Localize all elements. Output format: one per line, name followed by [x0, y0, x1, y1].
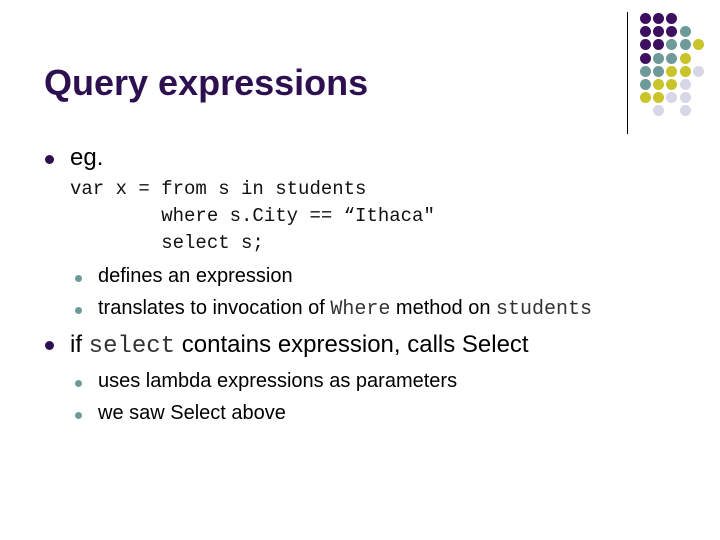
decorative-dot: [679, 26, 691, 38]
text-part: method on: [390, 297, 496, 319]
code-select: select: [88, 333, 176, 360]
code-students: students: [496, 298, 593, 321]
decorative-dot: [666, 92, 678, 104]
decorative-dot: [692, 65, 704, 77]
sub-bullet-icon: [75, 380, 82, 387]
decorative-dot: [640, 92, 651, 104]
sub-bullet-icon: [75, 307, 82, 314]
decorative-dot: [653, 52, 665, 64]
decorative-dot: [653, 92, 665, 104]
code-line-2: where s.City == “Ithaca": [70, 205, 435, 227]
decorative-dot: [666, 39, 678, 51]
text-part: if: [70, 331, 89, 358]
slide-title: Query expressions: [44, 62, 369, 103]
decorative-dot: [640, 13, 651, 24]
decorative-dot: [640, 65, 651, 77]
decorative-dot: [653, 105, 665, 117]
decorative-dot: [653, 26, 665, 38]
decorative-dot: [640, 26, 651, 38]
decorative-dot: [666, 65, 678, 77]
bullet-text-select: if select contains expression, calls Sel…: [70, 331, 529, 360]
decorative-dot: [679, 92, 691, 104]
sub-bullet-icon: [75, 412, 82, 419]
decorative-dot: [640, 52, 651, 64]
code-line-1: var x = from s in students: [70, 178, 367, 200]
sub-bullet-text: defines an expression: [98, 265, 293, 287]
decorative-dot: [640, 39, 651, 51]
decorative-dot: [653, 13, 665, 24]
text-part: contains expression, calls Select: [175, 331, 529, 358]
sub-bullet-text: we saw Select above: [98, 402, 286, 424]
bullet-text-eg: eg.: [70, 144, 104, 171]
decorative-dot: [679, 65, 691, 77]
decorative-dot: [640, 79, 651, 90]
decorative-dot: [653, 65, 665, 77]
decorative-dot: [679, 52, 691, 64]
code-line-3: select s;: [70, 232, 264, 254]
decorative-dot: [666, 26, 678, 38]
bullet-icon: [45, 155, 54, 164]
code-where: Where: [330, 298, 391, 321]
decorative-dot: [679, 39, 691, 51]
decorative-dot: [653, 79, 665, 90]
sub-bullet-text: translates to invocation of Where method…: [98, 297, 592, 321]
decorative-dot: [666, 79, 678, 90]
decorative-dot: [679, 79, 691, 90]
sub-bullet-icon: [75, 275, 82, 282]
decorative-dot: [692, 39, 704, 51]
decorative-dot: [666, 52, 678, 64]
bullet-icon: [45, 341, 54, 350]
text-part: translates to invocation of: [98, 297, 331, 319]
decorative-dot: [653, 39, 665, 51]
decorative-dot: [666, 13, 678, 24]
sub-bullet-text: uses lambda expressions as parameters: [98, 370, 458, 392]
decorative-dot: [679, 105, 691, 117]
